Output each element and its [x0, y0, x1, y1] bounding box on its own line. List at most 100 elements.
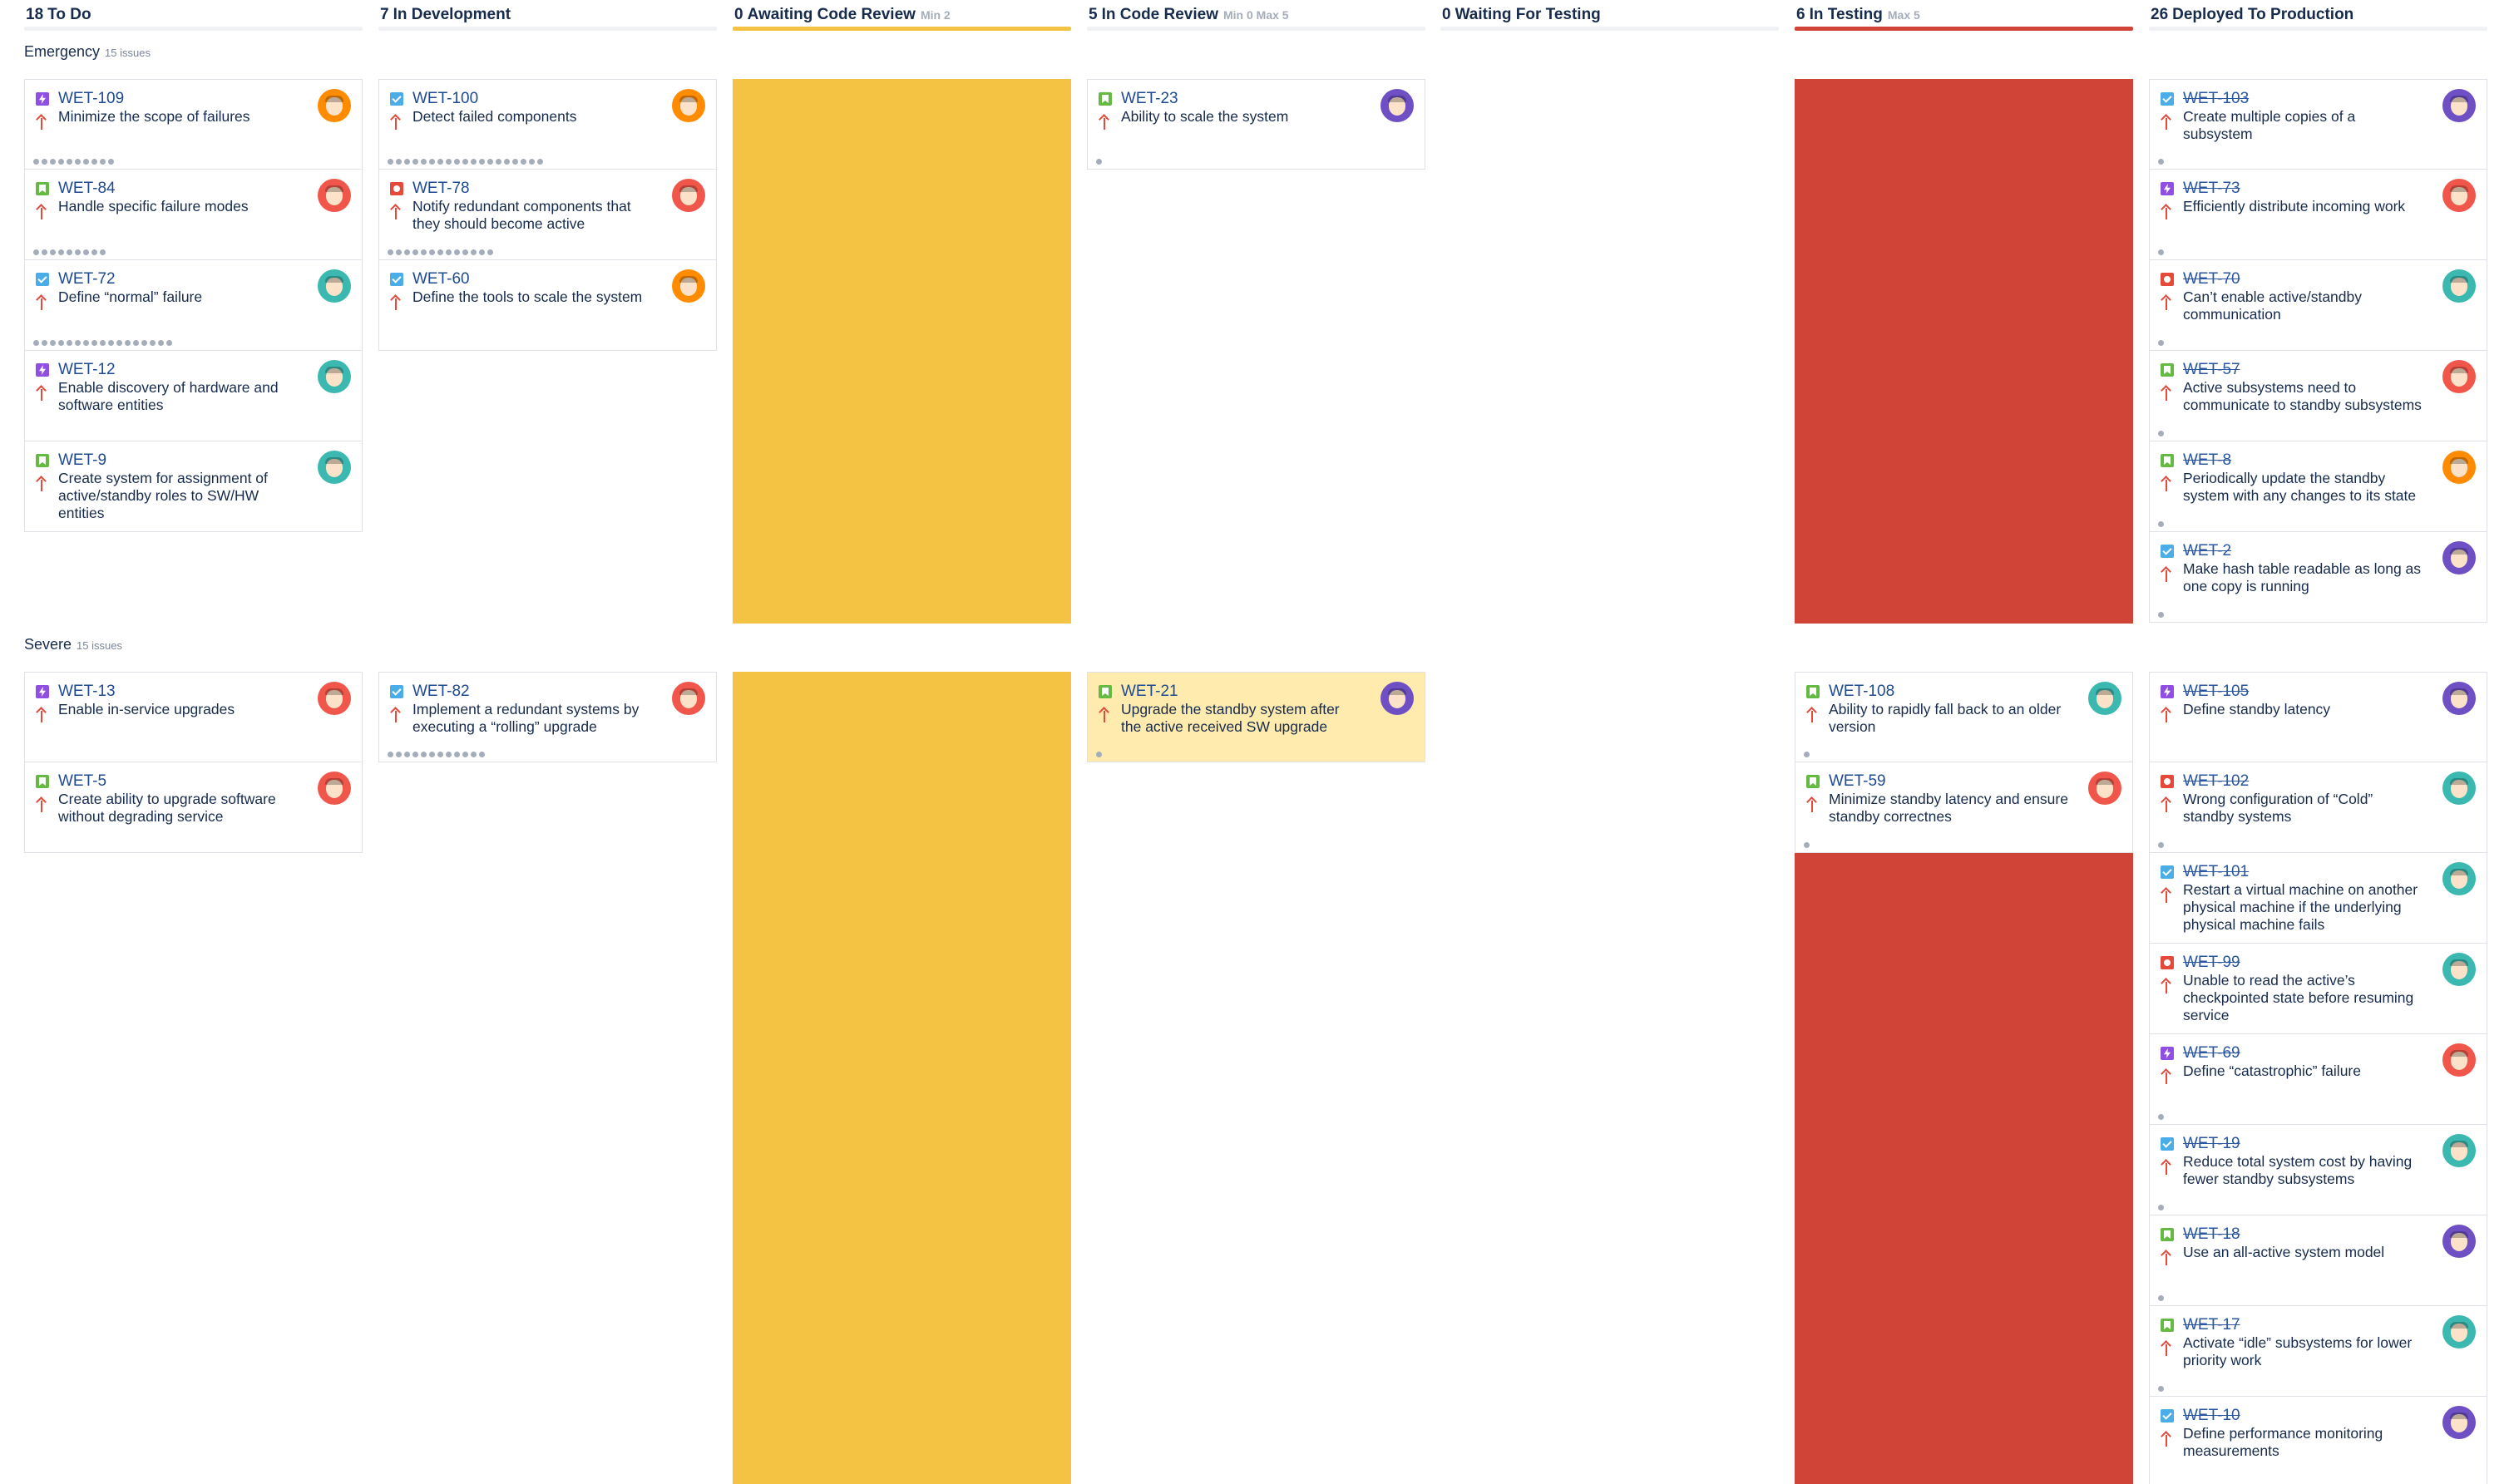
column-header-deployed-to-production[interactable]: 26 Deployed To Production: [2149, 5, 2487, 32]
assignee-avatar[interactable]: [2442, 179, 2476, 212]
issue-card[interactable]: WET-2 Make hash table readable as long as…: [2149, 532, 2487, 623]
assignee-avatar[interactable]: [672, 682, 705, 715]
assignee-avatar[interactable]: [1380, 682, 1414, 715]
issue-card[interactable]: WET-108 Ability to rapidly fall back to a…: [1795, 672, 2133, 762]
issue-key-link[interactable]: WET-17: [2183, 1316, 2423, 1334]
assignee-avatar[interactable]: [318, 772, 351, 805]
assignee-avatar[interactable]: [2088, 682, 2121, 715]
issue-key-link[interactable]: WET-70: [2183, 270, 2423, 288]
issue-card[interactable]: WET-23 Ability to scale the system: [1087, 79, 1425, 170]
issue-key-link[interactable]: WET-105: [2183, 683, 2423, 701]
issue-key-link[interactable]: WET-23: [1121, 90, 1361, 108]
issue-card[interactable]: WET-109 Minimize the scope of failures: [24, 79, 363, 170]
swimlane-header-severe[interactable]: Severe 15 issues: [24, 636, 122, 653]
issue-key-link[interactable]: WET-78: [412, 180, 653, 198]
issue-card[interactable]: WET-13 Enable in-service upgrades: [24, 672, 363, 762]
issue-card[interactable]: WET-99 Unable to read the active’s checkp…: [2149, 944, 2487, 1034]
issue-card[interactable]: WET-5 Create ability to upgrade software …: [24, 762, 363, 853]
column-header-awaiting-code-review[interactable]: 0 Awaiting Code Review Min 2: [733, 5, 1071, 32]
issue-key-link[interactable]: WET-59: [1829, 772, 2069, 791]
issue-key-link[interactable]: WET-13: [58, 683, 299, 701]
issue-key-link[interactable]: WET-60: [412, 270, 653, 288]
issue-key-link[interactable]: WET-10: [2183, 1407, 2423, 1425]
issue-key-link[interactable]: WET-82: [412, 683, 653, 701]
issue-key-link[interactable]: WET-18: [2183, 1225, 2423, 1244]
column-header-in-testing[interactable]: 6 In Testing Max 5: [1795, 5, 2133, 32]
issue-card[interactable]: WET-69 Define “catastrophic” failure: [2149, 1034, 2487, 1125]
issue-key-link[interactable]: WET-9: [58, 451, 299, 470]
issue-card[interactable]: WET-100 Detect failed components: [378, 79, 717, 170]
column-header-in-development[interactable]: 7 In Development: [378, 5, 717, 32]
issue-key-link[interactable]: WET-109: [58, 90, 299, 108]
issue-key-link[interactable]: WET-108: [1829, 683, 2069, 701]
issue-card[interactable]: WET-70 Can’t enable active/standby commun…: [2149, 260, 2487, 351]
issue-card[interactable]: WET-9 Create system for assignment of act…: [24, 441, 363, 532]
issue-card[interactable]: WET-17 Activate “idle” subsystems for low…: [2149, 1306, 2487, 1397]
issue-key-link[interactable]: WET-2: [2183, 542, 2423, 560]
issue-key-link[interactable]: WET-73: [2183, 180, 2423, 198]
issue-card[interactable]: WET-78 Notify redundant components that t…: [378, 170, 717, 260]
issue-key-link[interactable]: WET-72: [58, 270, 299, 288]
assignee-avatar[interactable]: [318, 89, 351, 122]
task-icon: [36, 273, 49, 286]
assignee-avatar[interactable]: [318, 682, 351, 715]
assignee-avatar[interactable]: [2442, 772, 2476, 805]
assignee-avatar[interactable]: [318, 451, 351, 484]
column-header-in-code-review[interactable]: 5 In Code Review Min 0 Max 5: [1087, 5, 1425, 32]
issue-card[interactable]: WET-103 Create multiple copies of a subsy…: [2149, 79, 2487, 170]
issue-card[interactable]: WET-84 Handle specific failure modes: [24, 170, 363, 260]
issue-card[interactable]: WET-72 Define “normal” failure: [24, 260, 363, 351]
assignee-avatar[interactable]: [2442, 451, 2476, 484]
issue-key-link[interactable]: WET-69: [2183, 1044, 2423, 1062]
issue-key-link[interactable]: WET-102: [2183, 772, 2423, 791]
issue-card[interactable]: WET-102 Wrong configuration of “Cold” sta…: [2149, 762, 2487, 853]
issue-key-link[interactable]: WET-12: [58, 361, 299, 379]
assignee-avatar[interactable]: [2442, 1315, 2476, 1348]
assignee-avatar[interactable]: [318, 179, 351, 212]
assignee-avatar[interactable]: [1380, 89, 1414, 122]
issue-key-link[interactable]: WET-8: [2183, 451, 2423, 470]
swimlane-header-emergency[interactable]: Emergency 15 issues: [24, 43, 151, 61]
issue-card[interactable]: WET-12 Enable discovery of hardware and s…: [24, 351, 363, 441]
assignee-avatar[interactable]: [2442, 953, 2476, 986]
assignee-avatar[interactable]: [2442, 89, 2476, 122]
issue-card[interactable]: WET-19 Reduce total system cost by having…: [2149, 1125, 2487, 1215]
issue-key-link[interactable]: WET-5: [58, 772, 299, 791]
issue-card[interactable]: WET-101 Restart a virtual machine on anot…: [2149, 853, 2487, 944]
assignee-avatar[interactable]: [2442, 360, 2476, 393]
assignee-avatar[interactable]: [672, 269, 705, 303]
issue-key-link[interactable]: WET-57: [2183, 361, 2423, 379]
issue-card[interactable]: WET-105 Define standby latency: [2149, 672, 2487, 762]
issue-card[interactable]: WET-59 Minimize standby latency and ensur…: [1795, 762, 2133, 853]
issue-card[interactable]: WET-73 Efficiently distribute incoming wo…: [2149, 170, 2487, 260]
issue-card[interactable]: WET-82 Implement a redundant systems by e…: [378, 672, 717, 762]
issue-key-link[interactable]: WET-21: [1121, 683, 1361, 701]
issue-card[interactable]: WET-21 Upgrade the standby system after t…: [1087, 672, 1425, 762]
issue-key-link[interactable]: WET-99: [2183, 954, 2423, 972]
assignee-avatar[interactable]: [2442, 1134, 2476, 1167]
assignee-avatar[interactable]: [318, 269, 351, 303]
issue-key-link[interactable]: WET-84: [58, 180, 299, 198]
assignee-avatar[interactable]: [318, 360, 351, 393]
assignee-avatar[interactable]: [2442, 1043, 2476, 1077]
assignee-avatar[interactable]: [2442, 1406, 2476, 1439]
issue-card[interactable]: WET-18 Use an all-active system model: [2149, 1215, 2487, 1306]
issue-card[interactable]: WET-60 Define the tools to scale the syst…: [378, 260, 717, 351]
assignee-avatar[interactable]: [2442, 1225, 2476, 1258]
issue-key-link[interactable]: WET-100: [412, 90, 653, 108]
issue-card[interactable]: WET-8 Periodically update the standby sys…: [2149, 441, 2487, 532]
issue-card[interactable]: WET-57 Active subsystems need to communic…: [2149, 351, 2487, 441]
issue-key-link[interactable]: WET-19: [2183, 1135, 2423, 1153]
column-header-to-do[interactable]: 18 To Do: [24, 5, 363, 32]
assignee-avatar[interactable]: [672, 179, 705, 212]
assignee-avatar[interactable]: [2442, 269, 2476, 303]
assignee-avatar[interactable]: [2088, 772, 2121, 805]
issue-card[interactable]: WET-10 Define performance monitoring meas…: [2149, 1397, 2487, 1484]
issue-key-link[interactable]: WET-103: [2183, 90, 2423, 108]
assignee-avatar[interactable]: [2442, 682, 2476, 715]
assignee-avatar[interactable]: [2442, 862, 2476, 895]
assignee-avatar[interactable]: [672, 89, 705, 122]
column-header-waiting-for-testing[interactable]: 0 Waiting For Testing: [1440, 5, 1779, 32]
assignee-avatar[interactable]: [2442, 541, 2476, 574]
issue-key-link[interactable]: WET-101: [2183, 863, 2423, 881]
